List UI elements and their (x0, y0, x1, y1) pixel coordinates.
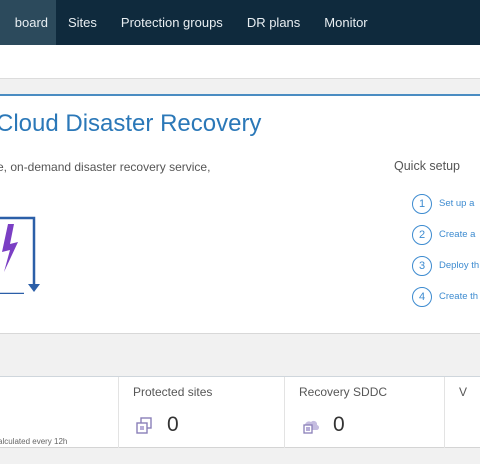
step-number: 1 (412, 193, 432, 214)
quick-setup-step[interactable]: 4 Create th (412, 281, 479, 312)
step-link[interactable]: Create a (439, 229, 475, 240)
quick-setup-title: Quick setup (394, 159, 461, 173)
recovery-sddc-card[interactable]: Recovery SDDC 0 (284, 377, 444, 449)
welcome-panel: Cloud Disaster Recovery e, on-demand dis… (0, 94, 480, 334)
recovery-sddc-icon (303, 420, 319, 434)
quick-setup-step[interactable]: 3 Deploy th (412, 250, 479, 281)
page-title: Cloud Disaster Recovery (0, 110, 262, 137)
card-value: 0 (333, 413, 345, 436)
card-label: Recovery SDDC (299, 385, 388, 399)
bottom-area (0, 448, 480, 464)
tab-label: DR plans (246, 15, 301, 30)
step-number: 3 (412, 255, 432, 276)
quick-setup-list: 1 Set up a 2 Create a 3 Deploy th 4 Crea… (412, 188, 479, 312)
quick-setup-step[interactable]: 1 Set up a (412, 188, 479, 219)
tab-monitor[interactable]: Monitor (312, 0, 379, 45)
sub-header-bar (0, 45, 480, 79)
step-link[interactable]: Create th (439, 291, 478, 302)
card-footnote: alculated every 12h (0, 437, 68, 446)
step-number: 4 (412, 286, 432, 307)
tab-label: Sites (68, 15, 97, 30)
step-number: 2 (412, 224, 432, 245)
tab-protection-groups[interactable]: Protection groups (109, 0, 235, 45)
tab-label: board (14, 15, 48, 30)
tab-dr-plans[interactable]: DR plans (235, 0, 312, 45)
top-nav: board Sites Protection groups DR plans M… (0, 0, 480, 45)
card-value: 0 (167, 413, 179, 436)
summary-cards: alculated every 12h Protected sites 0 Re… (0, 376, 480, 449)
protected-sites-card[interactable]: Protected sites 0 (118, 377, 284, 449)
disaster-recovery-illustration-icon (0, 216, 40, 294)
quick-setup-step[interactable]: 2 Create a (412, 219, 479, 250)
tab-label: Monitor (324, 15, 368, 30)
card-label: Protected sites (133, 385, 213, 399)
step-link[interactable]: Deploy th (439, 260, 479, 271)
step-link[interactable]: Set up a (439, 198, 474, 209)
protected-sites-icon (136, 417, 152, 434)
summary-card: alculated every 12h (0, 377, 118, 449)
card-label: V (459, 385, 468, 399)
tab-dashboard[interactable]: board (0, 0, 56, 45)
tab-label: Protection groups (120, 15, 223, 30)
summary-card[interactable]: V (444, 377, 480, 449)
section-spacer (0, 334, 480, 376)
tab-sites[interactable]: Sites (56, 0, 109, 45)
page-description: e, on-demand disaster recovery service, (0, 160, 211, 174)
